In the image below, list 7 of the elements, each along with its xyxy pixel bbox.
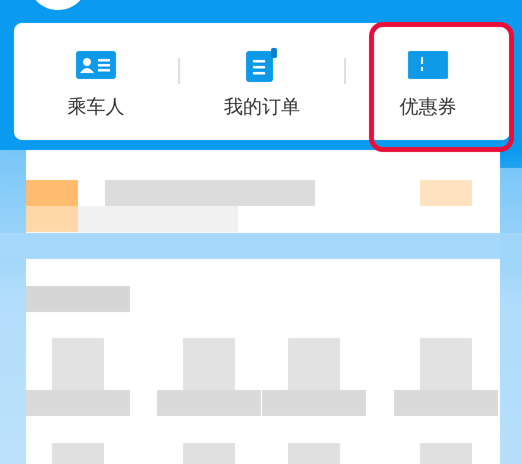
shortcut-item[interactable]: 我的订单 xyxy=(180,44,344,120)
shortcut-label: 优惠券 xyxy=(400,94,456,120)
shortcut-label: 乘车人 xyxy=(68,94,124,120)
shortcut-item[interactable]: 优惠券 xyxy=(346,44,510,120)
document-icon xyxy=(246,48,278,82)
shortcut-item[interactable]: 乘车人 xyxy=(14,44,178,120)
shortcut-label: 我的订单 xyxy=(224,94,300,120)
